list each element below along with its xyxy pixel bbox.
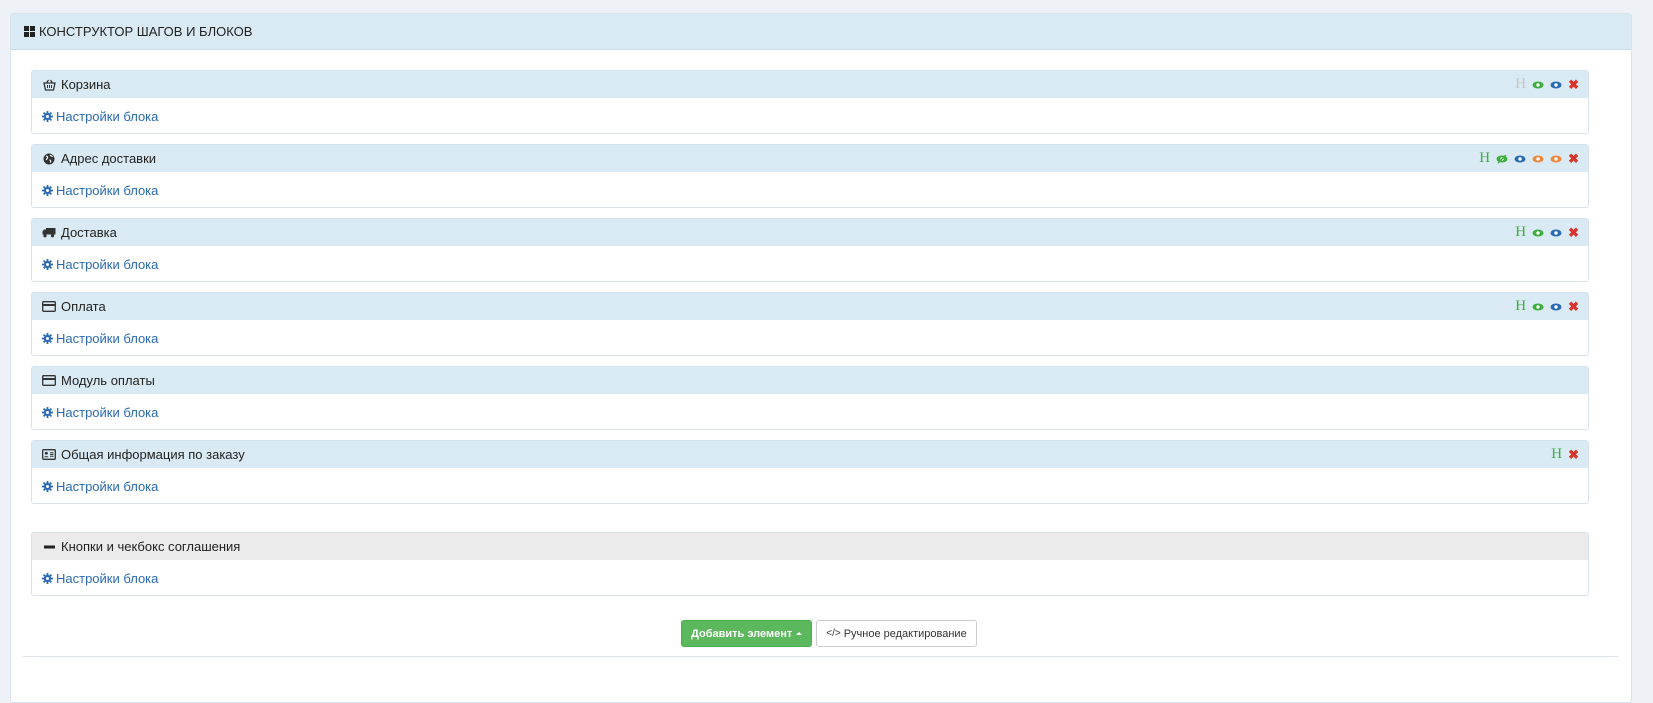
block-delivery-address: Адрес доставки H ✖ Настройки блока (31, 144, 1589, 208)
eye-blue-icon[interactable] (1550, 303, 1562, 311)
manual-edit-label: Ручное редактирование (843, 627, 967, 640)
block-body: Настройки блока (32, 394, 1588, 429)
block-title: Доставка (61, 225, 117, 240)
block-payment-module: Модуль оплаты Настройки блока (31, 366, 1589, 430)
block-cart: Корзина H ✖ Настройки блока (31, 70, 1589, 134)
gear-icon (42, 184, 53, 196)
block-settings-label: Настройки блока (56, 570, 159, 586)
gear-icon (42, 110, 53, 122)
truck-icon (42, 226, 56, 240)
eye-orange-icon[interactable] (1550, 155, 1562, 163)
block-title: Адрес доставки (61, 151, 157, 166)
code-icon: </> (826, 628, 841, 639)
block-title: Общая информация по заказу (61, 447, 245, 462)
manual-edit-button[interactable]: </> Ручное редактирование (816, 620, 977, 647)
globe-icon (42, 152, 56, 166)
block-title: Оплата (61, 299, 106, 314)
remove-icon[interactable]: ✖ (1568, 78, 1579, 91)
block-header[interactable]: Модуль оплаты (32, 367, 1588, 394)
gear-icon (42, 332, 53, 344)
block-settings-label: Настройки блока (56, 182, 159, 198)
block-header[interactable]: Общая информация по заказу H ✖ (32, 441, 1588, 468)
th-large-icon (24, 26, 35, 37)
heading-toggle-icon[interactable]: H (1551, 447, 1562, 462)
remove-icon[interactable]: ✖ (1568, 226, 1579, 239)
block-body: Настройки блока (32, 560, 1588, 595)
block-buttons-agreement: Кнопки и чекбокс соглашения Настройки бл… (31, 532, 1589, 596)
credit-card-icon (42, 374, 56, 388)
block-settings-link[interactable]: Настройки блока (42, 331, 158, 346)
eye-blue-icon[interactable] (1550, 229, 1562, 237)
block-body: Настройки блока (32, 98, 1588, 133)
block-body: Настройки блока (32, 246, 1588, 281)
block-settings-link[interactable]: Настройки блока (42, 405, 158, 420)
block-delivery: Доставка H ✖ Настройки блока (31, 218, 1589, 282)
block-settings-label: Настройки блока (56, 256, 159, 272)
eye-slash-green-icon[interactable] (1496, 154, 1508, 164)
block-order-info: Общая информация по заказу H ✖ Настройки… (31, 440, 1589, 504)
bottom-buttons: Добавить элемент </> Ручное редактирован… (681, 620, 977, 647)
block-settings-link[interactable]: Настройки блока (42, 109, 158, 124)
block-payment: Оплата H ✖ Настройки блока (31, 292, 1589, 356)
add-element-button[interactable]: Добавить элемент (681, 620, 813, 647)
gear-icon (42, 406, 53, 418)
remove-icon[interactable]: ✖ (1568, 448, 1579, 461)
caret-up-icon (796, 632, 803, 635)
credit-card-icon (42, 300, 56, 314)
block-header[interactable]: Оплата H ✖ (32, 293, 1588, 320)
block-body: Настройки блока (32, 172, 1588, 207)
block-settings-link[interactable]: Настройки блока (42, 257, 158, 272)
eye-green-icon[interactable] (1532, 81, 1544, 89)
block-settings-label: Настройки блока (56, 478, 159, 494)
gear-icon (42, 258, 53, 270)
eye-blue-icon[interactable] (1550, 81, 1562, 89)
block-header[interactable]: Доставка H ✖ (32, 219, 1588, 246)
eye-blue-icon[interactable] (1514, 155, 1526, 163)
block-settings-label: Настройки блока (56, 330, 159, 346)
minus-icon (42, 540, 56, 554)
block-header[interactable]: Кнопки и чекбокс соглашения (32, 533, 1588, 560)
heading-toggle-icon[interactable]: H (1515, 77, 1526, 92)
panel-heading: КОНСТРУКТОР ШАГОВ И БЛОКОВ (11, 14, 1631, 50)
divider (23, 656, 1618, 657)
block-title: Модуль оплаты (61, 373, 155, 388)
block-body: Настройки блока (32, 320, 1588, 355)
block-body: Настройки блока (32, 468, 1588, 503)
remove-icon[interactable]: ✖ (1568, 300, 1579, 313)
block-title: Кнопки и чекбокс соглашения (61, 539, 241, 554)
blocks-list: Корзина H ✖ Настройки блока Адрес достав… (31, 70, 1589, 606)
id-card-icon (42, 448, 56, 462)
eye-green-icon[interactable] (1532, 303, 1544, 311)
heading-toggle-icon[interactable]: H (1515, 225, 1526, 240)
panel-title: КОНСТРУКТОР ШАГОВ И БЛОКОВ (39, 24, 253, 39)
add-element-label: Добавить элемент (691, 627, 793, 640)
gear-icon (42, 480, 53, 492)
gear-icon (42, 572, 53, 584)
block-title: Корзина (61, 77, 111, 92)
heading-toggle-icon[interactable]: H (1515, 299, 1526, 314)
block-settings-label: Настройки блока (56, 404, 159, 420)
remove-icon[interactable]: ✖ (1568, 152, 1579, 165)
basket-icon (42, 78, 56, 92)
heading-toggle-icon[interactable]: H (1479, 151, 1490, 166)
block-settings-link[interactable]: Настройки блока (42, 183, 158, 198)
block-settings-link[interactable]: Настройки блока (42, 479, 158, 494)
block-settings-link[interactable]: Настройки блока (42, 571, 158, 586)
eye-orange-icon[interactable] (1532, 155, 1544, 163)
block-header[interactable]: Адрес доставки H ✖ (32, 145, 1588, 172)
eye-green-icon[interactable] (1532, 229, 1544, 237)
block-header[interactable]: Корзина H ✖ (32, 71, 1588, 98)
block-settings-label: Настройки блока (56, 108, 159, 124)
